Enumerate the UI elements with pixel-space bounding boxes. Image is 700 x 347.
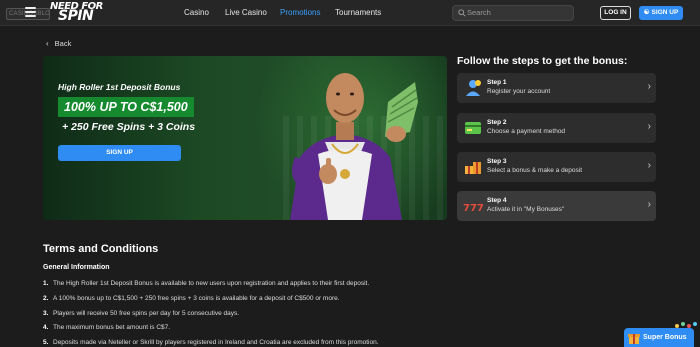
- slot-777-icon: 777: [463, 203, 483, 214]
- terms-item-number: 3.: [43, 310, 49, 317]
- super-bonus-label: Super Bonus: [643, 334, 687, 341]
- step-1-card[interactable]: Step 1 Register your account ›: [457, 73, 656, 103]
- gift-boxes-icon: [465, 162, 481, 174]
- search-icon: [458, 9, 466, 17]
- nav-casino[interactable]: Casino: [184, 0, 209, 26]
- promo-character-illustration: [290, 73, 418, 220]
- gift-icon: [628, 334, 640, 344]
- search-placeholder: Search: [467, 8, 491, 17]
- site-logo[interactable]: NEED FOR SPIN: [50, 1, 106, 25]
- user-plus-icon: ☯: [643, 9, 650, 16]
- terms-item-number: 1.: [43, 280, 49, 287]
- step-description: Activate it in "My Bonuses": [487, 206, 565, 213]
- login-button[interactable]: LOG IN: [600, 6, 631, 20]
- step-title: Step 3: [487, 158, 507, 165]
- search-input[interactable]: Search: [452, 5, 574, 21]
- logo-line-2: SPIN: [58, 8, 94, 24]
- chevron-right-icon: ›: [647, 199, 651, 210]
- step-description: Choose a payment method: [487, 128, 566, 135]
- svg-text:777: 777: [463, 203, 483, 214]
- terms-item-text: The High Roller 1st Deposit Bonus is ava…: [53, 280, 370, 287]
- terms-item-text: A 100% bonus up to C$1,500 + 250 free sp…: [53, 295, 340, 302]
- promo-offer-headline: 100% UP TO C$1,500: [58, 97, 194, 117]
- back-label: Back: [54, 39, 72, 48]
- super-bonus-button[interactable]: Super Bonus: [624, 328, 694, 347]
- chevron-right-icon: ›: [647, 121, 651, 132]
- nav-promotions[interactable]: Promotions: [280, 0, 320, 26]
- nav-tournaments[interactable]: Tournaments: [335, 0, 381, 26]
- credit-card-icon: [465, 122, 481, 134]
- terms-item-text: Players will receive 50 free spins per d…: [53, 310, 240, 317]
- chevron-left-icon: ‹: [46, 39, 49, 48]
- terms-item-number: 2.: [43, 295, 49, 302]
- step-description: Register your account: [487, 88, 551, 95]
- terms-item-text: Deposits made via Neteller or Skrill by …: [53, 339, 379, 346]
- menu-icon[interactable]: [25, 7, 36, 18]
- step-title: Step 1: [487, 79, 507, 86]
- chevron-right-icon: ›: [647, 81, 651, 92]
- terms-item-number: 5.: [43, 339, 49, 346]
- signup-button[interactable]: ☯ SIGN UP: [639, 6, 683, 20]
- back-link[interactable]: ‹ Back: [46, 39, 71, 49]
- promo-subtitle: High Roller 1st Deposit Bonus: [58, 82, 181, 92]
- terms-item: 3. Players will receive 50 free spins per…: [43, 309, 239, 318]
- terms-item: 1. The High Roller 1st Deposit Bonus is a…: [43, 279, 369, 288]
- terms-item: 2. A 100% bonus up to C$1,500 + 250 free …: [43, 294, 340, 303]
- terms-title: Terms and Conditions: [43, 243, 159, 255]
- promo-signup-button[interactable]: SIGN UP: [58, 145, 181, 161]
- step-4-card[interactable]: 777 Step 4 Activate it in "My Bonuses" ›: [457, 191, 656, 221]
- terms-item-number: 4.: [43, 324, 49, 331]
- promo-extra-text: + 250 Free Spins + 3 Coins: [62, 121, 196, 133]
- chevron-right-icon: ›: [647, 160, 651, 171]
- terms-item-text: The maximum bonus bet amount is C$7.: [53, 324, 171, 331]
- step-3-card[interactable]: Step 3 Select a bonus & make a deposit ›: [457, 152, 656, 182]
- terms-section-heading: General Information: [43, 264, 110, 271]
- nav-live-casino[interactable]: Live Casino: [225, 0, 267, 26]
- user-plus-icon: [466, 80, 481, 96]
- step-2-card[interactable]: Step 2 Choose a payment method ›: [457, 113, 656, 143]
- signup-label: SIGN UP: [651, 9, 679, 16]
- terms-item: 5. Deposits made via Neteller or Skrill b…: [43, 338, 379, 347]
- steps-title: Follow the steps to get the bonus:: [457, 55, 628, 67]
- top-navigation-bar: CASINOSBLOG NEED FOR SPIN Casino Live Ca…: [0, 0, 700, 26]
- step-description: Select a bonus & make a deposit: [487, 167, 583, 174]
- step-title: Step 4: [487, 197, 507, 204]
- terms-item: 4. The maximum bonus bet amount is C$7.: [43, 323, 170, 332]
- step-title: Step 2: [487, 119, 507, 126]
